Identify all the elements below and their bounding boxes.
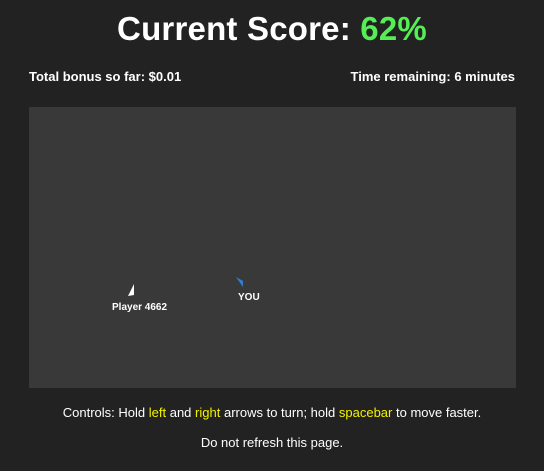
bonus-total: Total bonus so far: $0.01 [29, 69, 182, 84]
game-arena[interactable]: Player 4662 YOU [29, 107, 516, 388]
you-arrow-icon [236, 277, 243, 287]
score-value: 62% [360, 10, 427, 47]
score-heading: Current Score: 62% [0, 9, 544, 49]
score-label: Current Score: [117, 10, 351, 47]
controls-and: and [169, 405, 192, 420]
controls-middle: arrows to turn; hold [223, 405, 336, 420]
you-label: YOU [238, 292, 260, 303]
key-right: right [195, 405, 221, 420]
other-player-arrow-icon [128, 284, 134, 296]
key-spacebar: spacebar [338, 405, 393, 420]
controls-suffix: to move faster. [395, 405, 482, 420]
key-left: left [148, 405, 167, 420]
time-remaining: Time remaining: 6 minutes [350, 69, 515, 84]
controls-prefix: Controls: Hold [62, 405, 146, 420]
controls-instructions: Controls: Hold left and right arrows to … [0, 405, 544, 421]
refresh-warning: Do not refresh this page. [200, 435, 344, 450]
other-player-label: Player 4662 [112, 302, 168, 313]
